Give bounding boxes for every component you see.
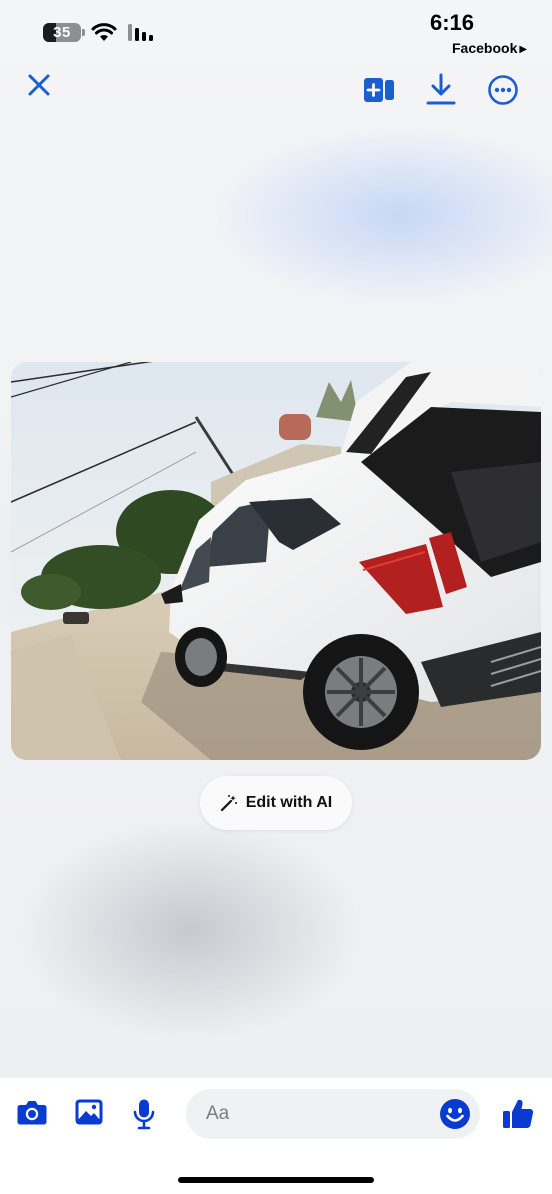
download-button[interactable] — [423, 70, 459, 108]
add-to-story-button[interactable] — [360, 72, 398, 108]
camera-button[interactable] — [16, 1098, 52, 1134]
edit-with-ai-button[interactable]: Edit with AI — [200, 776, 352, 830]
microphone-icon — [133, 1099, 155, 1130]
cellular-signal-icon — [128, 24, 153, 41]
clock-time: 6:16 — [430, 10, 475, 35]
battery-indicator: 35 — [43, 23, 85, 42]
camera-icon — [17, 1101, 47, 1125]
thumbs-up-button[interactable] — [501, 1097, 537, 1133]
gallery-icon — [75, 1099, 103, 1125]
microphone-button[interactable] — [132, 1098, 164, 1134]
download-icon — [426, 73, 456, 105]
emoji-icon — [440, 1099, 470, 1129]
more-options-button[interactable] — [485, 72, 521, 108]
home-indicator — [178, 1177, 374, 1183]
emoji-button[interactable] — [439, 1098, 471, 1130]
gallery-button[interactable] — [74, 1098, 110, 1134]
message-input-placeholder: Aa — [206, 1103, 230, 1124]
wifi-icon — [91, 23, 117, 41]
back-arrow-icon: ▶ — [519, 44, 528, 55]
photo-image — [11, 362, 541, 760]
edit-with-ai-label: Edit with AI — [245, 794, 333, 811]
close-button[interactable] — [22, 68, 56, 102]
more-icon — [488, 75, 518, 105]
back-to-app-link[interactable]: Facebook ▶ — [452, 40, 527, 56]
thumbs-up-icon — [503, 1099, 534, 1128]
status-bar: 35 6:16 Facebook ▶ — [0, 0, 552, 60]
message-input[interactable]: Aa — [186, 1089, 480, 1139]
battery-level-text: 35 — [53, 24, 71, 41]
close-icon — [28, 74, 50, 96]
magic-wand-icon — [220, 795, 237, 812]
add-to-story-icon — [364, 78, 394, 102]
shared-photo[interactable] — [11, 362, 541, 760]
back-to-app-label: Facebook — [452, 40, 518, 56]
